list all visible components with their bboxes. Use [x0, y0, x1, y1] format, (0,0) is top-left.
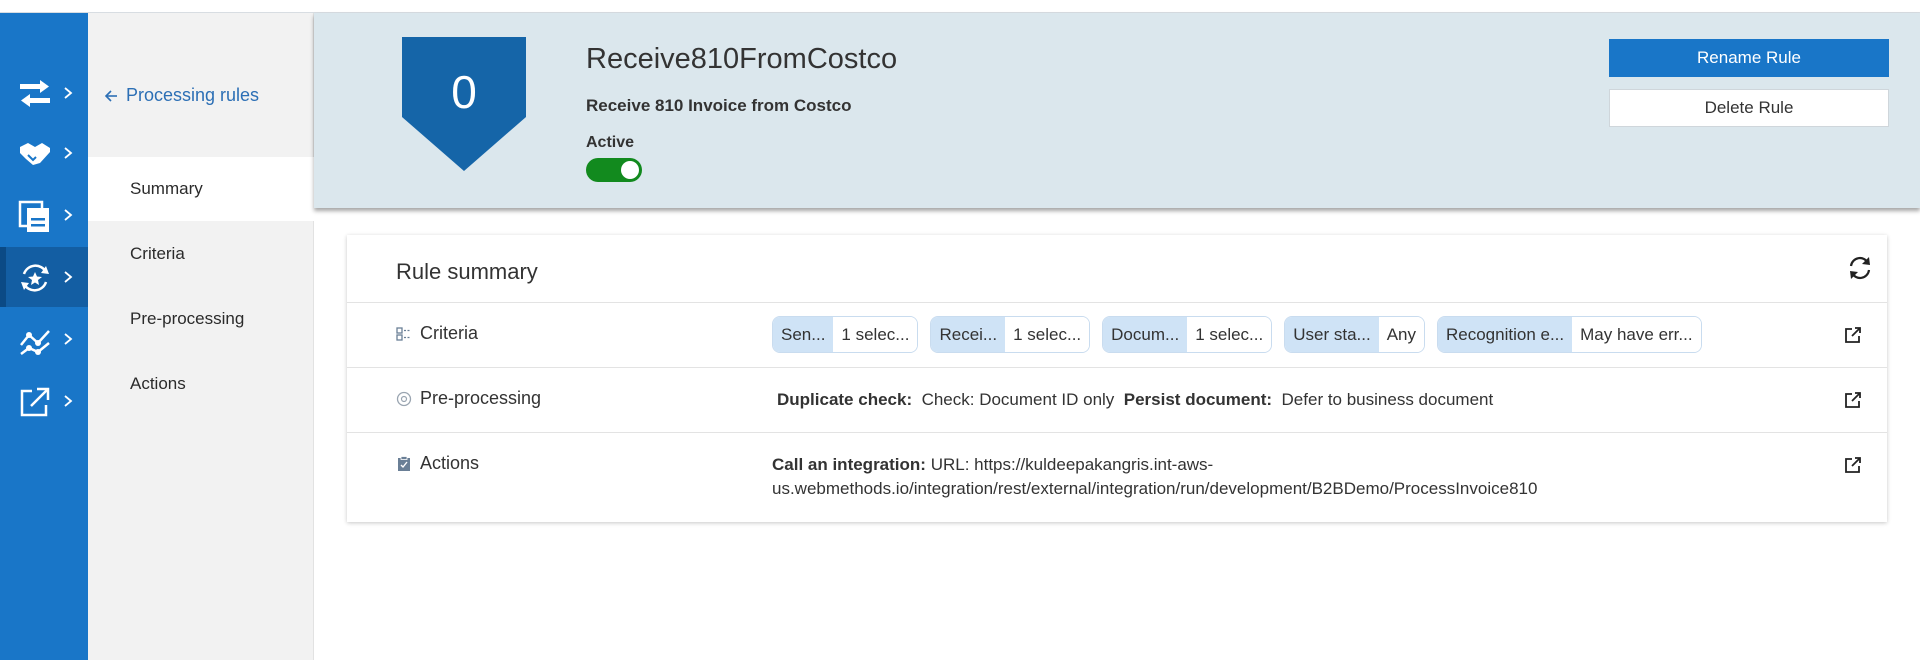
persist-document-label: Persist document:	[1123, 390, 1273, 409]
chevron-right-icon	[64, 147, 73, 159]
criteria-row-label: Criteria	[396, 323, 478, 344]
rail-item-partners[interactable]	[0, 123, 88, 183]
open-criteria-icon[interactable]	[1844, 326, 1862, 344]
action-details: Call an integration: URL: https://kuldee…	[772, 453, 1672, 501]
preprocessing-row-label: Pre-processing	[396, 388, 541, 409]
criteria-chip-receiver[interactable]: Recei... 1 selec...	[930, 316, 1091, 353]
rail-item-transfer[interactable]	[0, 63, 88, 123]
chip-value: 1 selec...	[1005, 317, 1090, 352]
chip-value: 1 selec...	[833, 317, 918, 352]
preprocessing-row: Pre-processing Duplicate check: Check: D…	[347, 367, 1887, 432]
persist-document-value: Defer to business document	[1281, 390, 1494, 409]
toggle-knob	[621, 161, 639, 179]
chip-value: Any	[1378, 317, 1424, 352]
chevron-right-icon	[64, 333, 73, 345]
chevron-right-icon	[64, 271, 73, 283]
preprocessing-details: Duplicate check: Check: Document ID only…	[777, 390, 1493, 410]
actions-row-label: Actions	[396, 453, 479, 474]
export-icon	[20, 387, 50, 417]
chip-key: Recei...	[931, 317, 1006, 352]
card-title: Rule summary	[396, 259, 538, 284]
action-url-line2: us.webmethods.io/integration/rest/extern…	[772, 479, 1538, 498]
criteria-chip-document[interactable]: Docum... 1 selec...	[1102, 316, 1273, 353]
transfer-icon	[20, 80, 50, 107]
back-link-label: Processing rules	[126, 85, 260, 105]
rule-header: 0 Receive810FromCostco Receive 810 Invoi…	[314, 13, 1920, 208]
nav-item-criteria[interactable]: Criteria	[88, 222, 314, 286]
duplicate-check-value: Check: Document ID only	[921, 390, 1115, 409]
chip-key: Docum...	[1103, 317, 1188, 352]
active-label: Active	[586, 134, 635, 151]
rail-item-analytics[interactable]	[0, 309, 88, 369]
action-type-label: Call an integration:	[772, 455, 926, 474]
rule-badge-value: 0	[451, 66, 477, 118]
refresh-icon[interactable]	[1847, 255, 1873, 281]
arrow-left-icon	[104, 89, 117, 102]
delete-rule-button[interactable]: Delete Rule	[1609, 89, 1889, 127]
analytics-icon	[20, 330, 50, 355]
criteria-chips: Sen... 1 selec... Recei... 1 selec... Do…	[772, 316, 1702, 353]
chevron-right-icon	[64, 209, 73, 221]
action-url-line1: URL: https://kuldeepakangris.int-aws-	[930, 455, 1214, 474]
chip-key: Sen...	[773, 317, 834, 352]
chip-value: 1 selec...	[1187, 317, 1272, 352]
chip-key: Recognition e...	[1438, 317, 1573, 352]
rule-title: Receive810FromCostco	[586, 43, 898, 75]
actions-label: Actions	[420, 453, 480, 473]
chevron-right-icon	[64, 87, 73, 99]
rule-summary-card: Rule summary Criteria Sen... 1 selec... …	[347, 235, 1887, 522]
criteria-chip-user-status[interactable]: User sta... Any	[1284, 316, 1425, 353]
checklist-icon	[396, 326, 411, 341]
open-preprocessing-icon[interactable]	[1844, 391, 1862, 409]
icon-rail	[0, 13, 88, 660]
criteria-chip-sender[interactable]: Sen... 1 selec...	[772, 316, 919, 353]
top-border	[0, 0, 1920, 13]
settings-circle-icon	[396, 391, 412, 406]
app-root: Processing rules Summary Criteria Pre-pr…	[0, 0, 1920, 660]
rail-item-processing-rules[interactable]	[0, 247, 88, 307]
preprocessing-label: Pre-processing	[420, 388, 542, 408]
nav-item-pre-processing[interactable]: Pre-processing	[88, 287, 314, 351]
duplicate-check-label: Duplicate check:	[777, 390, 913, 409]
open-actions-icon[interactable]	[1844, 456, 1862, 474]
criteria-chip-recognition-errors[interactable]: Recognition e... May have err...	[1437, 316, 1702, 353]
handshake-icon	[20, 143, 50, 165]
chip-value: May have err...	[1572, 317, 1701, 352]
criteria-row: Criteria Sen... 1 selec... Recei... 1 se…	[347, 302, 1887, 367]
criteria-label: Criteria	[420, 323, 479, 343]
back-to-processing-rules-link[interactable]: Processing rules	[104, 85, 259, 106]
chip-key: User sta...	[1285, 317, 1379, 352]
rule-description: Receive 810 Invoice from Costco	[586, 96, 852, 115]
active-toggle[interactable]	[586, 158, 642, 182]
processing-rules-icon	[21, 264, 49, 292]
rail-item-documents[interactable]	[0, 185, 88, 245]
rail-item-export[interactable]	[0, 371, 88, 431]
documents-icon	[18, 200, 49, 232]
nav-item-summary[interactable]: Summary	[88, 157, 314, 221]
clipboard-check-icon	[398, 455, 410, 471]
chevron-right-icon	[64, 395, 73, 407]
rename-rule-button[interactable]: Rename Rule	[1609, 39, 1889, 77]
nav-item-actions[interactable]: Actions	[88, 352, 314, 416]
actions-row: Actions Call an integration: URL: https:…	[347, 432, 1887, 522]
